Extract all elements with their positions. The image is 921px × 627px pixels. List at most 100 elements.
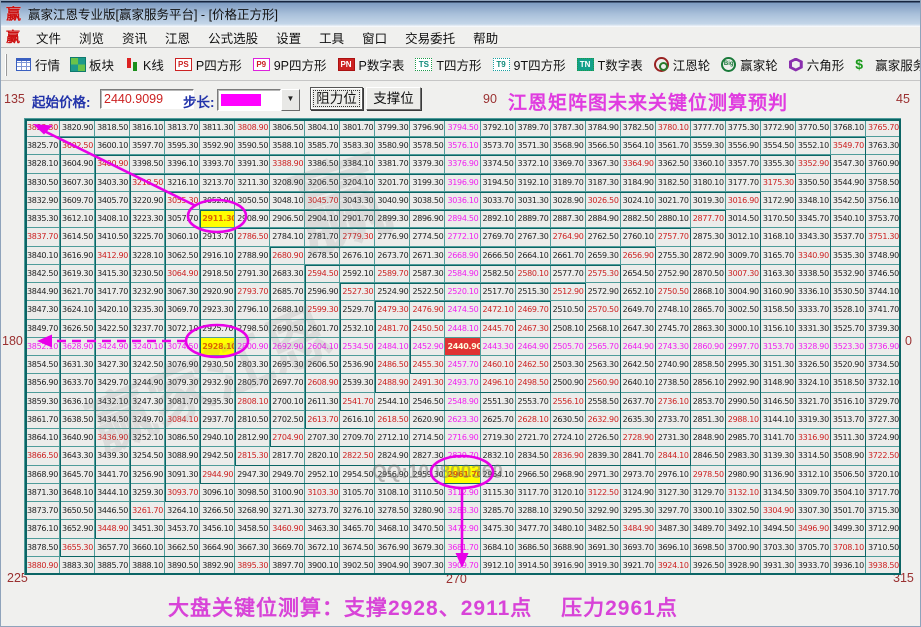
grid-cell: 3019.30 [690, 191, 726, 211]
toolbar-winner-wheel[interactable]: Big 赢家轮 [721, 55, 778, 74]
toolbar-p-square[interactable]: PS P四方形 [174, 55, 242, 74]
grid-cell: 3412.90 [95, 246, 131, 265]
grid-cell: 2966.50 [515, 465, 551, 484]
grid-cell: 3532.90 [830, 264, 866, 284]
toolbar-t-number-table[interactable]: TN T数字表 [576, 55, 643, 74]
grid-cell: 2695.30 [270, 356, 306, 375]
grid-cell: 3859.30 [25, 392, 61, 411]
grid-cell: 3288.10 [515, 502, 551, 521]
grid-cell: 3302.50 [725, 502, 761, 521]
grid-cell: 3513.70 [830, 410, 866, 430]
grid-cell: 3024.10 [620, 191, 656, 211]
grid-cell: 2618.50 [375, 410, 411, 430]
grid-cell: 3849.70 [25, 319, 61, 338]
start-price-input[interactable] [100, 89, 194, 109]
grid-cell: 2916.10 [200, 246, 236, 265]
grid-cell: 3276.10 [340, 502, 376, 521]
grid-cell: 2642.50 [620, 356, 656, 375]
kline-candles-icon [125, 58, 139, 72]
grid-cell: 3187.30 [585, 173, 621, 192]
step-color-dropdown[interactable] [217, 89, 281, 111]
grid-cell: 2493.70 [445, 374, 481, 393]
grid-cell: 3868.90 [25, 465, 61, 484]
menu-news[interactable]: 资讯 [113, 26, 156, 49]
step-dropdown-arrow-icon[interactable]: ▼ [281, 89, 300, 111]
grid-cell: 3576.10 [445, 137, 481, 156]
grid-cell: 2752.90 [655, 264, 691, 284]
toolbar-t-square[interactable]: TS T四方形 [415, 55, 482, 74]
grid-cell: 2913.70 [200, 228, 236, 247]
menu-formula-stockpick[interactable]: 公式选股 [199, 26, 267, 49]
grid-cell: 3232.90 [130, 283, 166, 302]
grid-cell: 3463.30 [305, 520, 341, 539]
grid-cell: 2649.70 [620, 301, 656, 320]
angle-label-90: 90 [483, 92, 497, 106]
toolbar-9p-square[interactable]: P9 9P四方形 [252, 55, 327, 74]
grid-cell: 3324.10 [795, 374, 831, 393]
toolbar-hexagon[interactable]: 六角形 [788, 55, 844, 74]
grid-cell: 3268.90 [235, 502, 271, 521]
grid-cell: 3453.70 [165, 520, 201, 539]
grid-cell: 2469.70 [515, 301, 551, 320]
resistance-button[interactable]: 阻力位 [310, 87, 363, 110]
grid-cell: 3434.50 [95, 410, 131, 430]
grid-cell: 2856.10 [690, 374, 726, 393]
grid-cell: 3158.50 [760, 301, 796, 320]
grid-cell: 3088.90 [165, 447, 201, 466]
grid-cell: 3883.30 [60, 556, 96, 575]
grid-cell: 3295.30 [620, 502, 656, 521]
menu-trade[interactable]: 交易委托 [396, 26, 464, 49]
grid-cell: 3429.70 [95, 374, 131, 393]
grid-cell: 2560.90 [585, 374, 621, 393]
grid-cell: 2623.30 [445, 410, 481, 430]
grid-cell: 3559.30 [690, 137, 726, 156]
grid-cell: 3852.10 [25, 337, 61, 357]
menu-file[interactable]: 文件 [27, 26, 70, 49]
toolbar-9t-square[interactable]: T9 9T四方形 [492, 55, 566, 74]
toolbar-service[interactable]: $ 赢家服务 [855, 55, 921, 74]
grid-cell: 2740.90 [655, 356, 691, 375]
toolbar-sectors[interactable]: 板块 [70, 55, 114, 74]
support-button[interactable]: 支撑位 [366, 87, 421, 110]
grid-cell: 3902.50 [340, 556, 376, 575]
grid-cell: 2716.90 [445, 429, 481, 448]
grid-cell: 2745.70 [655, 319, 691, 338]
grid-cell: 2608.90 [305, 374, 341, 393]
grid-cell: 3892.90 [200, 556, 236, 575]
grid-cell: 3681.70 [445, 538, 481, 557]
grid-cell: 2606.50 [305, 356, 341, 375]
p9-square-icon: P9 [252, 58, 270, 71]
sector-blocks-icon [70, 57, 87, 72]
grid-cell: 2808.10 [235, 392, 271, 411]
menu-help[interactable]: 帮助 [464, 26, 507, 49]
t9-square-icon: T9 [492, 58, 510, 71]
grid-cell: 3628.90 [60, 337, 96, 357]
grid-cell: 2863.30 [690, 319, 726, 338]
menu-window[interactable]: 窗口 [353, 26, 396, 49]
menu-tools[interactable]: 工具 [310, 26, 353, 49]
grid-cell: 2892.10 [480, 210, 516, 229]
grid-cell: 2546.50 [410, 392, 446, 411]
menu-browse[interactable]: 浏览 [70, 26, 113, 49]
grid-cell: 3105.70 [340, 483, 376, 503]
grid-cell: 3897.70 [270, 556, 306, 575]
grid-cell: 2817.70 [270, 447, 306, 466]
toolbar-quotes[interactable]: 行情 [16, 55, 60, 74]
grid-cell: 3535.30 [830, 246, 866, 265]
grid-cell: 3177.70 [725, 173, 761, 192]
grid-cell: 3542.50 [830, 191, 866, 211]
toolbar-p-number-table[interactable]: PN P数字表 [337, 55, 404, 74]
toolbar-kline[interactable]: K线 [125, 55, 164, 74]
grid-cell: 3256.90 [130, 465, 166, 484]
grid-cell: 3583.30 [340, 137, 376, 156]
grid-cell: 2952.10 [305, 465, 341, 484]
grid-cell: 2721.70 [515, 429, 551, 448]
grid-cell: 3508.90 [830, 447, 866, 466]
menu-gann[interactable]: 江恩 [156, 26, 199, 49]
grid-cell: 2709.70 [340, 429, 376, 448]
toolbar-gann-wheel[interactable]: 江恩轮 [653, 55, 710, 74]
menu-settings[interactable]: 设置 [267, 26, 310, 49]
grid-cell: 2834.50 [515, 447, 551, 466]
grid-cell: 2640.10 [620, 374, 656, 393]
t-number-table-icon: TN [576, 58, 594, 71]
